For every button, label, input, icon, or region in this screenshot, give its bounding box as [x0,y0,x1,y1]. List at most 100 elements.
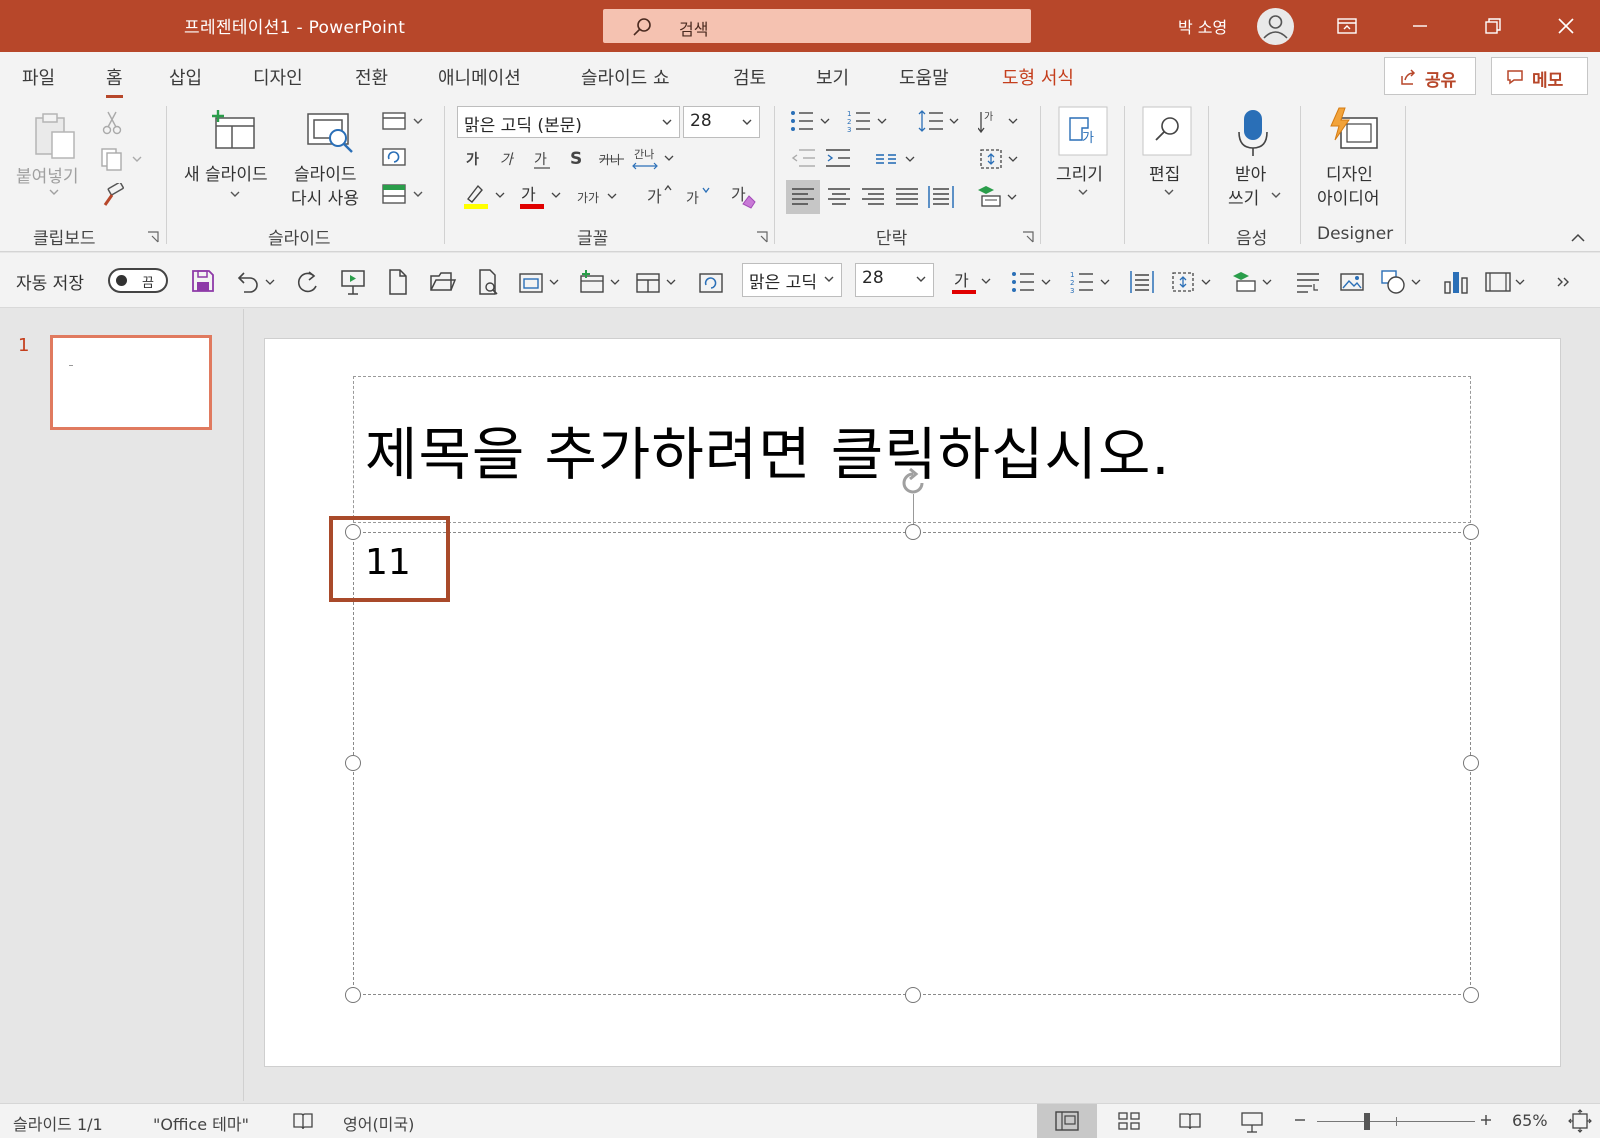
distributed-icon[interactable] [1128,268,1156,296]
share-button[interactable]: 공유 [1384,57,1476,95]
align-right-icon[interactable] [858,180,888,214]
format-painter-icon[interactable] [100,183,126,207]
font-size-combo[interactable]: 28 [683,106,760,138]
paste-icon[interactable] [30,110,80,162]
slide-layout-icon[interactable] [634,268,680,296]
decrease-font-size-icon[interactable]: 가 [684,184,714,210]
dictate-label-line2[interactable]: 쓰기 [1228,184,1259,209]
design-ideas-icon[interactable] [1327,106,1381,154]
design-ideas-label-line2[interactable]: 아이디어 [1317,184,1380,209]
resize-handle-right[interactable] [1463,755,1479,771]
shapes-icon[interactable] [1380,268,1426,296]
reuse-slides-icon[interactable] [306,110,358,156]
section-icon[interactable] [381,182,427,206]
new-slide-chevron-icon[interactable] [229,190,241,198]
tab-slide-show[interactable]: 슬라이드 쇼 [581,64,670,90]
line-spacing-icon[interactable] [917,108,965,134]
tab-file[interactable]: 파일 [22,64,55,90]
font-name-combo[interactable]: 맑은 고딕 (본문) [457,106,680,138]
increase-font-size-icon[interactable]: 가 [645,182,675,208]
tab-shape-format[interactable]: 도형 서식 [1002,64,1074,90]
bullets-icon[interactable] [1010,268,1056,296]
resize-handle-top[interactable] [905,524,921,540]
copy-icon[interactable] [100,147,144,171]
slide-thumbnail[interactable] [50,335,212,430]
increase-indent-icon[interactable] [824,146,852,170]
open-folder-icon[interactable] [429,268,457,296]
chart-icon[interactable] [1442,268,1470,296]
paste-label[interactable]: 붙여넣기 [16,162,79,187]
account-name[interactable]: 박 소영 [1178,14,1227,38]
picture-icon[interactable] [1338,268,1366,296]
tab-transitions[interactable]: 전환 [355,64,388,90]
reading-view-icon[interactable] [1160,1104,1220,1138]
align-left-icon[interactable] [786,180,820,214]
title-placeholder[interactable]: 제목을 추가하려면 클릭하십시오. [353,376,1471,523]
font-color-icon[interactable]: 가 [950,268,996,296]
autosave-toggle[interactable]: 끔 [108,268,168,293]
accessibility-icon[interactable] [292,1110,314,1132]
video-icon[interactable] [1484,268,1530,296]
rotate-handle-icon[interactable] [896,466,930,500]
text-direction-icon[interactable]: 가 [978,108,1024,134]
tab-view[interactable]: 보기 [816,64,849,90]
highlight-color-icon[interactable] [462,182,510,210]
restore-icon[interactable] [1481,14,1505,38]
tab-review[interactable]: 검토 [733,64,766,90]
tab-home[interactable]: 홈 [106,64,123,98]
numbering-icon[interactable]: 123 [846,108,894,134]
undo-icon[interactable] [234,268,278,294]
layout-icon[interactable] [517,268,563,296]
align-center-icon[interactable] [824,180,854,214]
change-case-icon[interactable]: 가가 [576,186,624,208]
layout-icon[interactable] [381,110,427,132]
qat-font-size-combo[interactable]: 28 [855,263,934,297]
normal-view-icon[interactable] [1037,1104,1097,1138]
find-icon[interactable] [1142,106,1192,156]
zoom-slider-thumb[interactable] [1364,1113,1370,1130]
redo-icon[interactable] [294,268,322,296]
paste-dropdown-chevron-icon[interactable] [48,188,60,196]
clear-formatting-icon[interactable]: 가 [729,182,759,210]
resize-handle-left[interactable] [345,755,361,771]
reuse-slides-label-line1[interactable]: 슬라이드 [294,160,357,185]
save-icon[interactable] [190,268,216,294]
font-launcher-icon[interactable] [756,231,768,243]
new-document-icon[interactable] [386,268,410,296]
search-box[interactable]: 검색 [603,9,1031,43]
dictate-label-line1[interactable]: 받아 [1235,160,1266,185]
dictate-chevron-icon[interactable] [1270,191,1282,199]
columns-icon[interactable] [874,148,922,170]
align-text-icon[interactable] [1170,268,1216,296]
content-placeholder[interactable]: 11 [353,532,1471,995]
ribbon-display-options-icon[interactable] [1335,14,1359,38]
qat-font-name-combo[interactable]: 맑은 고딕 [742,263,842,297]
slide-sorter-icon[interactable] [1099,1104,1159,1138]
cut-icon[interactable] [101,110,123,136]
close-icon[interactable] [1554,14,1578,38]
drawing-chevron-icon[interactable] [1077,188,1089,196]
editing-chevron-icon[interactable] [1163,188,1175,196]
collapse-ribbon-icon[interactable] [1570,233,1586,243]
justify-icon[interactable] [892,180,922,214]
font-color-icon[interactable]: 가 [518,182,566,210]
font-format-buttons-icon[interactable]: 가 가 가 S 가나 간나 [464,146,684,174]
resize-handle-bottom[interactable] [905,987,921,1003]
zoom-out-icon[interactable] [1293,1108,1307,1130]
decrease-indent-icon[interactable] [789,146,817,170]
clipboard-launcher-icon[interactable] [147,231,159,243]
tab-help[interactable]: 도움말 [899,64,949,90]
design-ideas-label-line1[interactable]: 디자인 [1326,160,1373,185]
comments-button[interactable]: 메모 [1491,57,1588,95]
resize-handle-bottom-left[interactable] [345,987,361,1003]
drawing-label[interactable]: 그리기 [1056,160,1103,185]
zoom-in-icon[interactable] [1479,1108,1493,1130]
tab-animations[interactable]: 애니메이션 [438,64,521,90]
convert-to-smartart-icon[interactable] [976,184,1024,210]
editing-label[interactable]: 편집 [1149,160,1180,185]
distributed-icon[interactable] [926,180,956,214]
drawing-shapes-icon[interactable]: 가 [1058,106,1108,156]
tab-design[interactable]: 디자인 [253,64,303,90]
new-slide-label[interactable]: 새 슬라이드 [184,160,268,185]
bullets-icon[interactable] [789,108,837,134]
